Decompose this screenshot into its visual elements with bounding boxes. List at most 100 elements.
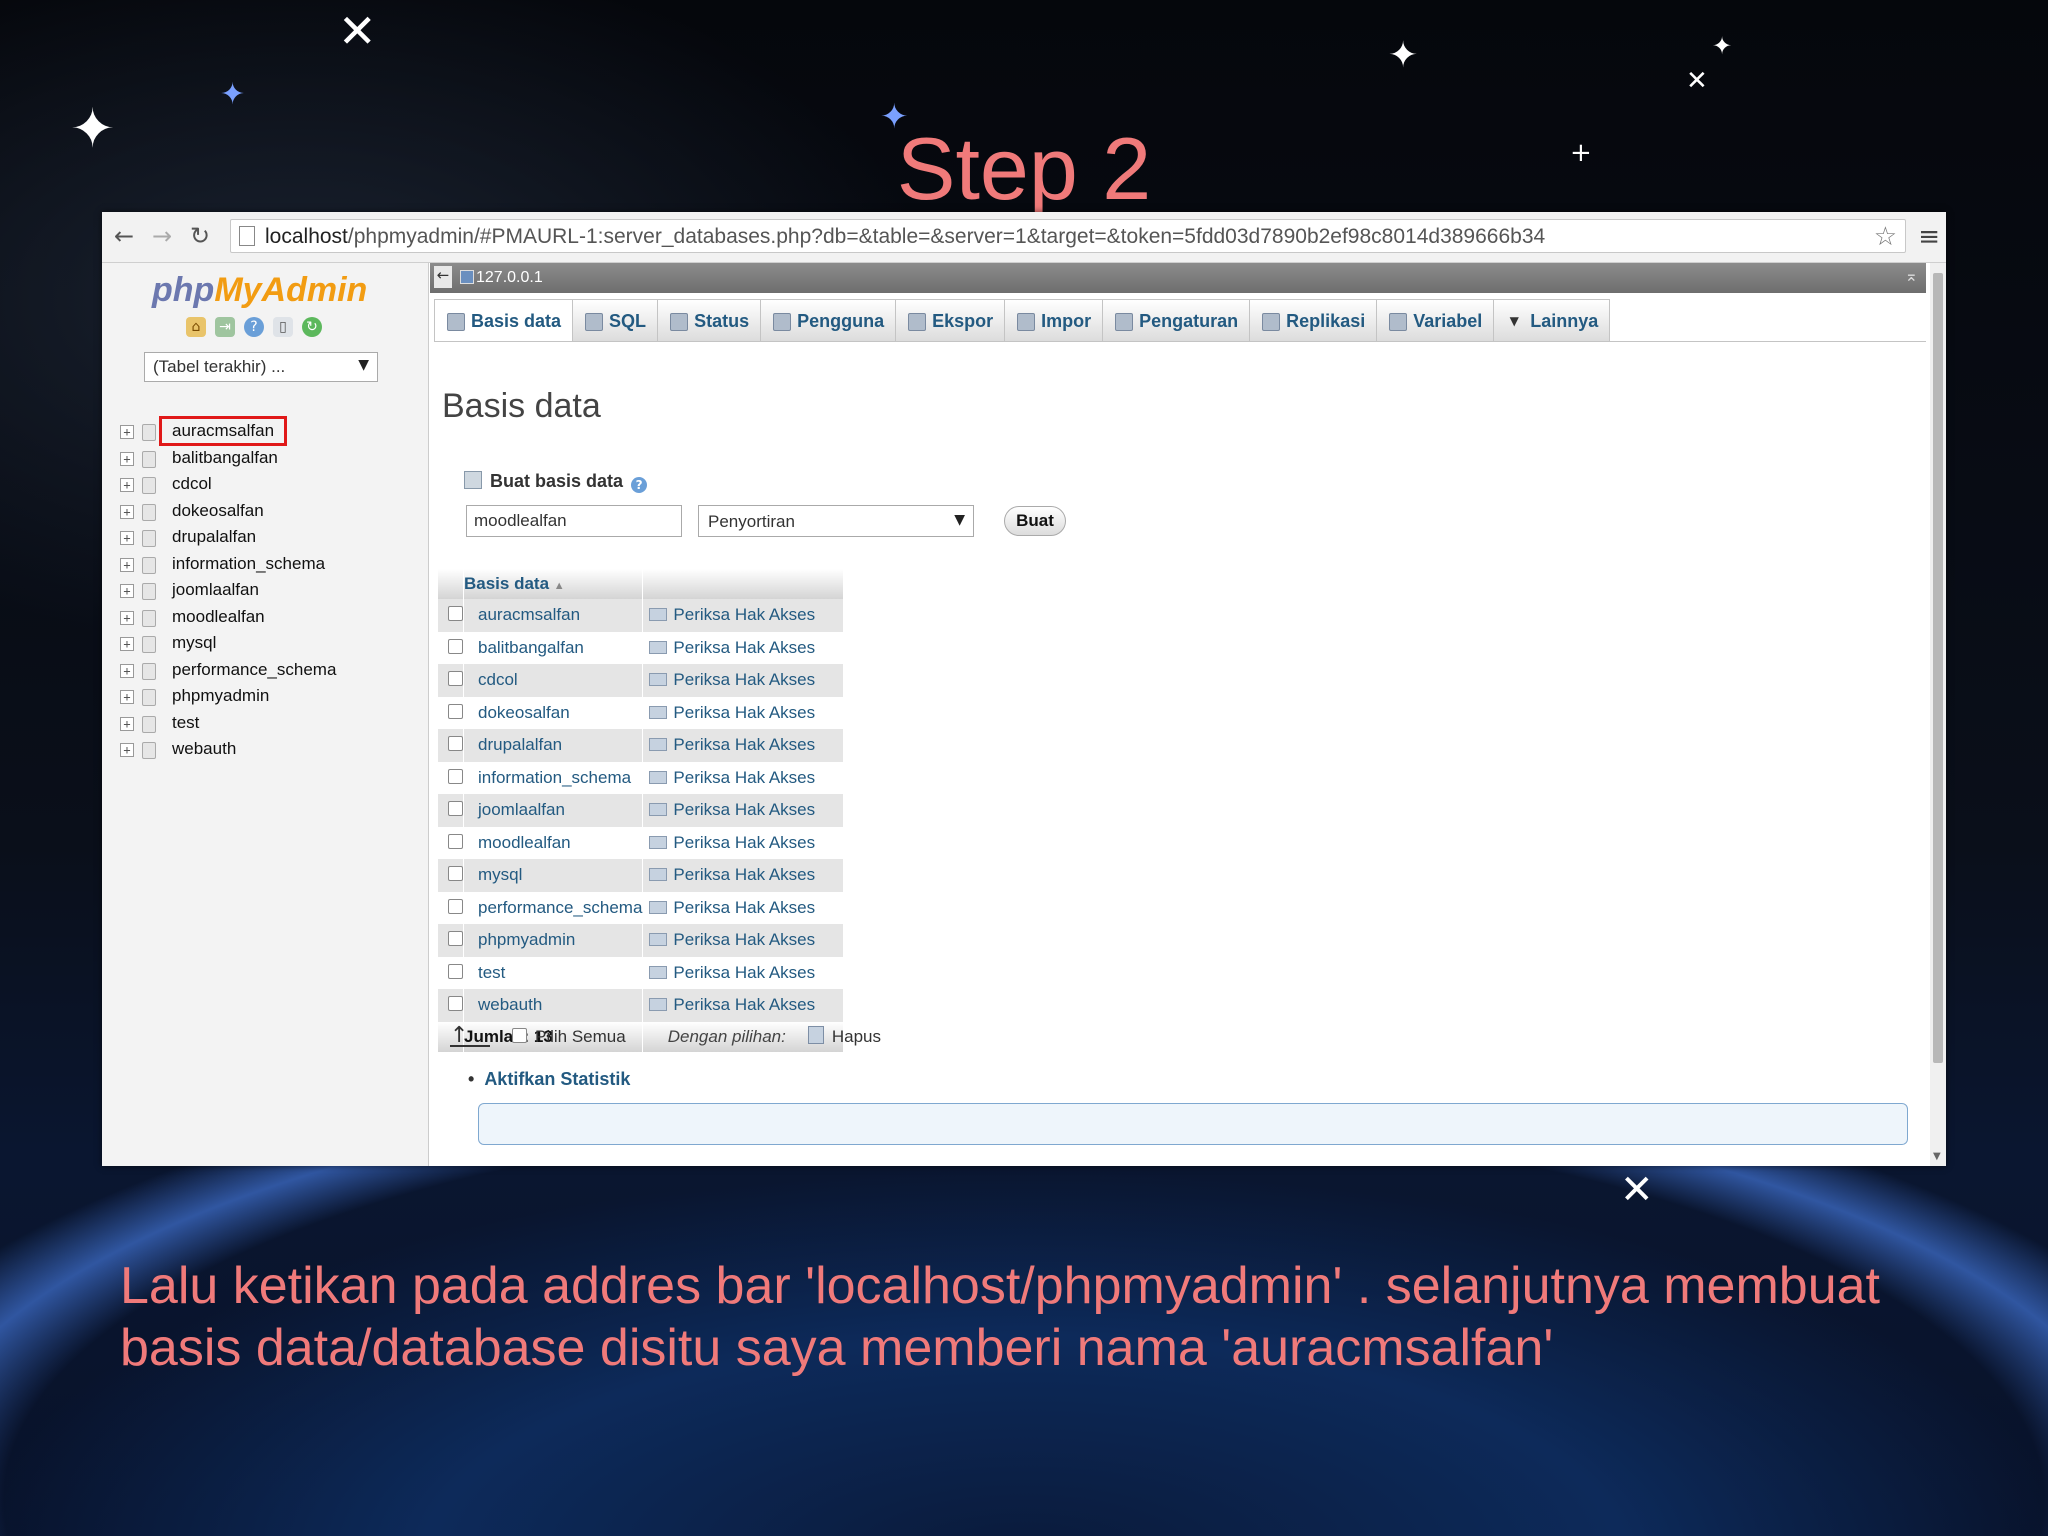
tab-pengguna[interactable]: Pengguna	[760, 299, 897, 341]
database-name-input[interactable]	[466, 505, 682, 537]
check-privileges-link[interactable]: Periksa Hak Akses	[673, 833, 815, 852]
tree-item-label[interactable]: joomlaalfan	[172, 580, 259, 600]
row-checkbox[interactable]	[448, 703, 463, 719]
expand-icon[interactable]: +	[120, 425, 134, 439]
row-checkbox[interactable]	[448, 801, 463, 817]
tree-item-label[interactable]: drupalalfan	[172, 527, 256, 547]
row-checkbox[interactable]	[448, 931, 463, 947]
tree-item-label[interactable]: cdcol	[172, 474, 212, 494]
help-icon[interactable]: ?	[244, 317, 264, 337]
logout-icon[interactable]: ⇥	[215, 317, 235, 337]
docs-icon[interactable]: ▯	[273, 317, 293, 337]
database-link[interactable]: joomlaalfan	[478, 800, 565, 819]
create-button[interactable]: Buat	[1004, 506, 1066, 536]
tree-item-label[interactable]: dokeosalfan	[172, 501, 264, 521]
tree-item-label[interactable]: balitbangalfan	[172, 448, 278, 468]
check-privileges-link[interactable]: Periksa Hak Akses	[673, 995, 815, 1014]
reload-nav-icon[interactable]: ↻	[302, 317, 322, 337]
row-checkbox[interactable]	[448, 736, 463, 752]
address-bar[interactable]: localhost/phpmyadmin/#PMAURL-1:server_da…	[230, 219, 1906, 253]
tab-impor[interactable]: Impor	[1004, 299, 1104, 341]
expand-icon[interactable]: +	[120, 743, 134, 757]
row-checkbox[interactable]	[448, 606, 463, 622]
select-all-checkbox[interactable]	[512, 1028, 527, 1043]
scroll-top-icon[interactable]: ⌅	[1905, 266, 1918, 285]
expand-icon[interactable]: +	[120, 504, 134, 519]
expand-icon[interactable]: +	[120, 690, 134, 704]
tab-status[interactable]: Status	[657, 299, 762, 341]
server-label[interactable]: 127.0.0.1	[476, 269, 543, 287]
bookmark-star-icon[interactable]: ☆	[1874, 222, 1897, 252]
row-checkbox[interactable]	[448, 996, 463, 1012]
database-link[interactable]: cdcol	[478, 670, 518, 689]
expand-icon[interactable]: +	[120, 557, 134, 572]
phpmyadmin-logo[interactable]: phpMyAdmin	[152, 271, 367, 310]
database-link[interactable]: moodlealfan	[478, 833, 571, 852]
expand-icon[interactable]: +	[120, 610, 134, 625]
row-checkbox[interactable]	[448, 833, 463, 849]
address-url[interactable]: localhost/phpmyadmin/#PMAURL-1:server_da…	[265, 225, 1545, 249]
collation-select[interactable]: Penyortiran ▼	[698, 505, 974, 537]
tab-sql[interactable]: SQL	[572, 299, 659, 341]
row-checkbox[interactable]	[448, 898, 463, 914]
recent-tables-select[interactable]: (Tabel terakhir) ... ▼	[144, 352, 378, 382]
row-checkbox[interactable]	[448, 768, 463, 784]
check-privileges-link[interactable]: Periksa Hak Akses	[673, 898, 815, 917]
row-checkbox[interactable]	[448, 866, 463, 882]
expand-icon[interactable]: +	[120, 584, 134, 598]
tree-item-label[interactable]: performance_schema	[172, 660, 336, 680]
enable-statistics-link[interactable]: • Aktifkan Statistik	[468, 1069, 630, 1090]
database-link[interactable]: webauth	[478, 995, 542, 1014]
expand-icon[interactable]: +	[120, 716, 134, 731]
tree-item-label[interactable]: test	[172, 713, 199, 733]
database-link[interactable]: dokeosalfan	[478, 703, 570, 722]
tab-pengaturan[interactable]: Pengaturan	[1102, 299, 1251, 341]
check-privileges-link[interactable]: Periksa Hak Akses	[673, 735, 815, 754]
expand-icon[interactable]: +	[120, 451, 134, 466]
tree-item-label[interactable]: phpmyadmin	[172, 686, 269, 706]
tree-item-label[interactable]: mysql	[172, 633, 216, 653]
check-privileges-link[interactable]: Periksa Hak Akses	[673, 605, 815, 624]
forward-arrow-icon[interactable]: →	[152, 222, 172, 250]
tab-basis-data[interactable]: Basis data	[434, 299, 574, 341]
check-privileges-link[interactable]: Periksa Hak Akses	[673, 638, 815, 657]
expand-icon[interactable]: +	[120, 531, 134, 545]
tab-replikasi[interactable]: Replikasi	[1249, 299, 1378, 341]
check-privileges-link[interactable]: Periksa Hak Akses	[673, 930, 815, 949]
tab-ekspor[interactable]: Ekspor	[895, 299, 1006, 341]
row-checkbox[interactable]	[448, 671, 463, 687]
tree-item-label[interactable]: webauth	[172, 739, 236, 759]
database-link[interactable]: information_schema	[478, 768, 631, 787]
vertical-scrollbar[interactable]: ▼	[1930, 263, 1946, 1166]
expand-icon[interactable]: +	[120, 663, 134, 678]
database-link[interactable]: test	[478, 963, 505, 982]
row-checkbox[interactable]	[448, 638, 463, 654]
delete-icon[interactable]	[807, 1026, 824, 1044]
tree-item-label[interactable]: moodlealfan	[172, 607, 265, 627]
check-privileges-link[interactable]: Periksa Hak Akses	[673, 670, 815, 689]
hamburger-menu-icon[interactable]: ≡	[1918, 222, 1940, 252]
row-checkbox[interactable]	[448, 963, 463, 979]
back-arrow-icon[interactable]: ←	[114, 222, 134, 250]
check-privileges-link[interactable]: Periksa Hak Akses	[673, 768, 815, 787]
reload-icon[interactable]: ↻	[190, 222, 210, 250]
tab-lainnya[interactable]: ▼ Lainnya	[1493, 299, 1611, 341]
database-link[interactable]: phpmyadmin	[478, 930, 575, 949]
check-privileges-link[interactable]: Periksa Hak Akses	[673, 963, 815, 982]
scrollbar-thumb[interactable]	[1933, 273, 1943, 1063]
tree-item-label[interactable]: auracmsalfan	[158, 416, 288, 446]
select-all-label[interactable]: Pilih Semua	[535, 1027, 626, 1046]
help-icon[interactable]: ?	[631, 477, 648, 493]
database-link[interactable]: performance_schema	[478, 898, 642, 917]
database-link[interactable]: balitbangalfan	[478, 638, 584, 657]
check-privileges-link[interactable]: Periksa Hak Akses	[673, 800, 815, 819]
collapse-navigation-icon[interactable]: ←	[434, 266, 452, 288]
expand-icon[interactable]: +	[120, 637, 134, 651]
expand-icon[interactable]: +	[120, 478, 134, 492]
check-privileges-link[interactable]: Periksa Hak Akses	[673, 865, 815, 884]
tree-item-label[interactable]: information_schema	[172, 554, 325, 574]
database-link[interactable]: mysql	[478, 865, 522, 884]
delete-button[interactable]: Hapus	[832, 1027, 881, 1046]
scroll-down-icon[interactable]: ▼	[1933, 1151, 1941, 1162]
database-link[interactable]: auracmsalfan	[478, 605, 580, 624]
